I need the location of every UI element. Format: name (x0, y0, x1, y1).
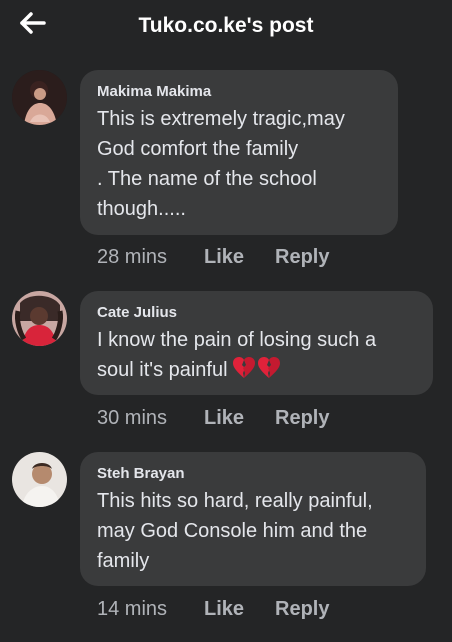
page-title: Tuko.co.ke's post (138, 14, 314, 37)
comment-author[interactable]: Makima Makima (97, 83, 382, 101)
comment-text: This is extremely tragic,may God comfort… (97, 108, 345, 220)
avatar[interactable] (12, 452, 67, 507)
avatar[interactable] (12, 291, 67, 346)
broken-heart-icon (232, 356, 282, 389)
comment-bubble[interactable]: Cate Julius I know the pain of losing su… (80, 291, 433, 395)
comment-author[interactable]: Steh Brayan (97, 465, 410, 483)
comment-timestamp[interactable]: 14 mins (97, 598, 167, 621)
comment-text: I know the pain of losing such a soul it… (97, 325, 417, 389)
comment-text: This hits so hard, really painful, may G… (97, 490, 373, 572)
comment-timestamp[interactable]: 30 mins (97, 407, 167, 430)
comment-bubble[interactable]: Makima Makima This is extremely tragic,m… (80, 70, 398, 235)
reply-button[interactable]: Reply (275, 598, 329, 621)
reply-button[interactable]: Reply (275, 246, 329, 269)
comment-timestamp[interactable]: 28 mins (97, 246, 167, 269)
comment-author[interactable]: Cate Julius (97, 304, 417, 322)
like-button[interactable]: Like (204, 246, 244, 269)
comment-bubble[interactable]: Steh Brayan This hits so hard, really pa… (80, 452, 426, 586)
reply-button[interactable]: Reply (275, 407, 329, 430)
like-button[interactable]: Like (204, 598, 244, 621)
top-bar: Tuko.co.ke's post (0, 0, 452, 54)
avatar[interactable] (12, 70, 67, 125)
like-button[interactable]: Like (204, 407, 244, 430)
